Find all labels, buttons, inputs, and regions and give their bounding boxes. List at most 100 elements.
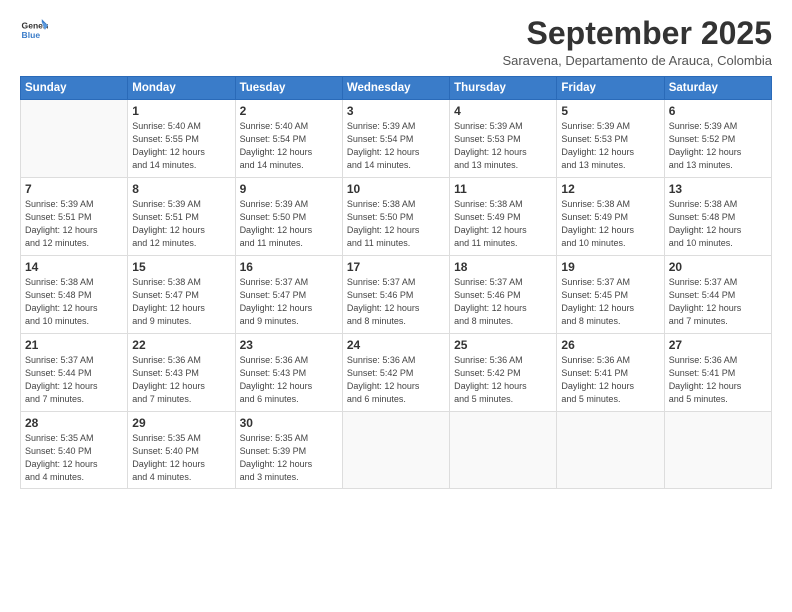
day-number: 6	[669, 104, 767, 118]
col-monday: Monday	[128, 77, 235, 100]
day-info: Sunrise: 5:36 AM Sunset: 5:42 PM Dayligh…	[347, 354, 445, 406]
calendar-week-row: 28 Sunrise: 5:35 AM Sunset: 5:40 PM Dayli…	[21, 412, 772, 489]
location-subtitle: Saravena, Departamento de Arauca, Colomb…	[502, 53, 772, 68]
table-row	[664, 412, 771, 489]
table-row: 24 Sunrise: 5:36 AM Sunset: 5:42 PM Dayli…	[342, 334, 449, 412]
col-sunday: Sunday	[21, 77, 128, 100]
table-row: 3 Sunrise: 5:39 AM Sunset: 5:54 PM Daylig…	[342, 100, 449, 178]
day-info: Sunrise: 5:37 AM Sunset: 5:44 PM Dayligh…	[669, 276, 767, 328]
calendar-table: Sunday Monday Tuesday Wednesday Thursday…	[20, 76, 772, 489]
day-info: Sunrise: 5:37 AM Sunset: 5:47 PM Dayligh…	[240, 276, 338, 328]
day-info: Sunrise: 5:35 AM Sunset: 5:39 PM Dayligh…	[240, 432, 338, 484]
table-row: 4 Sunrise: 5:39 AM Sunset: 5:53 PM Daylig…	[450, 100, 557, 178]
day-info: Sunrise: 5:40 AM Sunset: 5:55 PM Dayligh…	[132, 120, 230, 172]
day-number: 26	[561, 338, 659, 352]
day-number: 14	[25, 260, 123, 274]
table-row: 19Sunrise: 5:37 AM Sunset: 5:45 PM Dayli…	[557, 256, 664, 334]
day-number: 2	[240, 104, 338, 118]
table-row: 11 Sunrise: 5:38 AM Sunset: 5:49 PM Dayli…	[450, 178, 557, 256]
day-info: Sunrise: 5:36 AM Sunset: 5:42 PM Dayligh…	[454, 354, 552, 406]
day-info: Sunrise: 5:38 AM Sunset: 5:49 PM Dayligh…	[454, 198, 552, 250]
table-row: 7Sunrise: 5:39 AM Sunset: 5:51 PM Daylig…	[21, 178, 128, 256]
day-info: Sunrise: 5:39 AM Sunset: 5:53 PM Dayligh…	[454, 120, 552, 172]
day-number: 21	[25, 338, 123, 352]
svg-text:Blue: Blue	[22, 30, 41, 40]
header: General Blue September 2025 Saravena, De…	[20, 16, 772, 68]
day-number: 15	[132, 260, 230, 274]
day-number: 17	[347, 260, 445, 274]
table-row	[21, 100, 128, 178]
day-number: 16	[240, 260, 338, 274]
day-number: 8	[132, 182, 230, 196]
day-info: Sunrise: 5:38 AM Sunset: 5:49 PM Dayligh…	[561, 198, 659, 250]
day-number: 13	[669, 182, 767, 196]
month-title: September 2025	[502, 16, 772, 51]
calendar-week-row: 7Sunrise: 5:39 AM Sunset: 5:51 PM Daylig…	[21, 178, 772, 256]
day-number: 1	[132, 104, 230, 118]
day-info: Sunrise: 5:37 AM Sunset: 5:46 PM Dayligh…	[454, 276, 552, 328]
table-row: 17 Sunrise: 5:37 AM Sunset: 5:46 PM Dayli…	[342, 256, 449, 334]
table-row: 12 Sunrise: 5:38 AM Sunset: 5:49 PM Dayli…	[557, 178, 664, 256]
day-number: 4	[454, 104, 552, 118]
calendar-header-row: Sunday Monday Tuesday Wednesday Thursday…	[21, 77, 772, 100]
day-number: 11	[454, 182, 552, 196]
table-row: 25 Sunrise: 5:36 AM Sunset: 5:42 PM Dayli…	[450, 334, 557, 412]
table-row: 14 Sunrise: 5:38 AM Sunset: 5:48 PM Dayli…	[21, 256, 128, 334]
day-info: Sunrise: 5:38 AM Sunset: 5:47 PM Dayligh…	[132, 276, 230, 328]
day-number: 5	[561, 104, 659, 118]
table-row: 22 Sunrise: 5:36 AM Sunset: 5:43 PM Dayli…	[128, 334, 235, 412]
day-number: 25	[454, 338, 552, 352]
day-number: 29	[132, 416, 230, 430]
day-number: 20	[669, 260, 767, 274]
day-info: Sunrise: 5:36 AM Sunset: 5:41 PM Dayligh…	[561, 354, 659, 406]
table-row: 6 Sunrise: 5:39 AM Sunset: 5:52 PM Daylig…	[664, 100, 771, 178]
day-info: Sunrise: 5:36 AM Sunset: 5:43 PM Dayligh…	[240, 354, 338, 406]
col-saturday: Saturday	[664, 77, 771, 100]
col-friday: Friday	[557, 77, 664, 100]
day-info: Sunrise: 5:38 AM Sunset: 5:50 PM Dayligh…	[347, 198, 445, 250]
table-row: 27 Sunrise: 5:36 AM Sunset: 5:41 PM Dayli…	[664, 334, 771, 412]
day-info: Sunrise: 5:39 AM Sunset: 5:54 PM Dayligh…	[347, 120, 445, 172]
logo: General Blue	[20, 16, 48, 44]
day-info: Sunrise: 5:37 AM Sunset: 5:46 PM Dayligh…	[347, 276, 445, 328]
table-row: 13 Sunrise: 5:38 AM Sunset: 5:48 PM Dayli…	[664, 178, 771, 256]
day-number: 30	[240, 416, 338, 430]
day-info: Sunrise: 5:39 AM Sunset: 5:52 PM Dayligh…	[669, 120, 767, 172]
logo-icon: General Blue	[20, 16, 48, 44]
table-row: 16 Sunrise: 5:37 AM Sunset: 5:47 PM Dayli…	[235, 256, 342, 334]
day-info: Sunrise: 5:39 AM Sunset: 5:53 PM Dayligh…	[561, 120, 659, 172]
table-row: 29Sunrise: 5:35 AM Sunset: 5:40 PM Dayli…	[128, 412, 235, 489]
day-info: Sunrise: 5:36 AM Sunset: 5:41 PM Dayligh…	[669, 354, 767, 406]
day-number: 22	[132, 338, 230, 352]
table-row: 21 Sunrise: 5:37 AM Sunset: 5:44 PM Dayli…	[21, 334, 128, 412]
day-number: 24	[347, 338, 445, 352]
day-number: 3	[347, 104, 445, 118]
day-number: 12	[561, 182, 659, 196]
table-row	[450, 412, 557, 489]
day-info: Sunrise: 5:38 AM Sunset: 5:48 PM Dayligh…	[669, 198, 767, 250]
table-row: 26 Sunrise: 5:36 AM Sunset: 5:41 PM Dayli…	[557, 334, 664, 412]
table-row: 10 Sunrise: 5:38 AM Sunset: 5:50 PM Dayli…	[342, 178, 449, 256]
day-info: Sunrise: 5:35 AM Sunset: 5:40 PM Dayligh…	[25, 432, 123, 484]
table-row: 2 Sunrise: 5:40 AM Sunset: 5:54 PM Daylig…	[235, 100, 342, 178]
day-number: 28	[25, 416, 123, 430]
day-info: Sunrise: 5:38 AM Sunset: 5:48 PM Dayligh…	[25, 276, 123, 328]
day-number: 27	[669, 338, 767, 352]
calendar-week-row: 14 Sunrise: 5:38 AM Sunset: 5:48 PM Dayli…	[21, 256, 772, 334]
day-info: Sunrise: 5:36 AM Sunset: 5:43 PM Dayligh…	[132, 354, 230, 406]
day-info: Sunrise: 5:37 AM Sunset: 5:44 PM Dayligh…	[25, 354, 123, 406]
table-row: 15 Sunrise: 5:38 AM Sunset: 5:47 PM Dayli…	[128, 256, 235, 334]
calendar-week-row: 1 Sunrise: 5:40 AM Sunset: 5:55 PM Daylig…	[21, 100, 772, 178]
day-number: 9	[240, 182, 338, 196]
col-wednesday: Wednesday	[342, 77, 449, 100]
day-number: 19	[561, 260, 659, 274]
day-number: 10	[347, 182, 445, 196]
day-info: Sunrise: 5:40 AM Sunset: 5:54 PM Dayligh…	[240, 120, 338, 172]
table-row: 30 Sunrise: 5:35 AM Sunset: 5:39 PM Dayli…	[235, 412, 342, 489]
table-row: 28 Sunrise: 5:35 AM Sunset: 5:40 PM Dayli…	[21, 412, 128, 489]
table-row: 8Sunrise: 5:39 AM Sunset: 5:51 PM Daylig…	[128, 178, 235, 256]
title-block: September 2025 Saravena, Departamento de…	[502, 16, 772, 68]
table-row: 1 Sunrise: 5:40 AM Sunset: 5:55 PM Daylig…	[128, 100, 235, 178]
col-tuesday: Tuesday	[235, 77, 342, 100]
day-info: Sunrise: 5:39 AM Sunset: 5:51 PM Dayligh…	[25, 198, 123, 250]
